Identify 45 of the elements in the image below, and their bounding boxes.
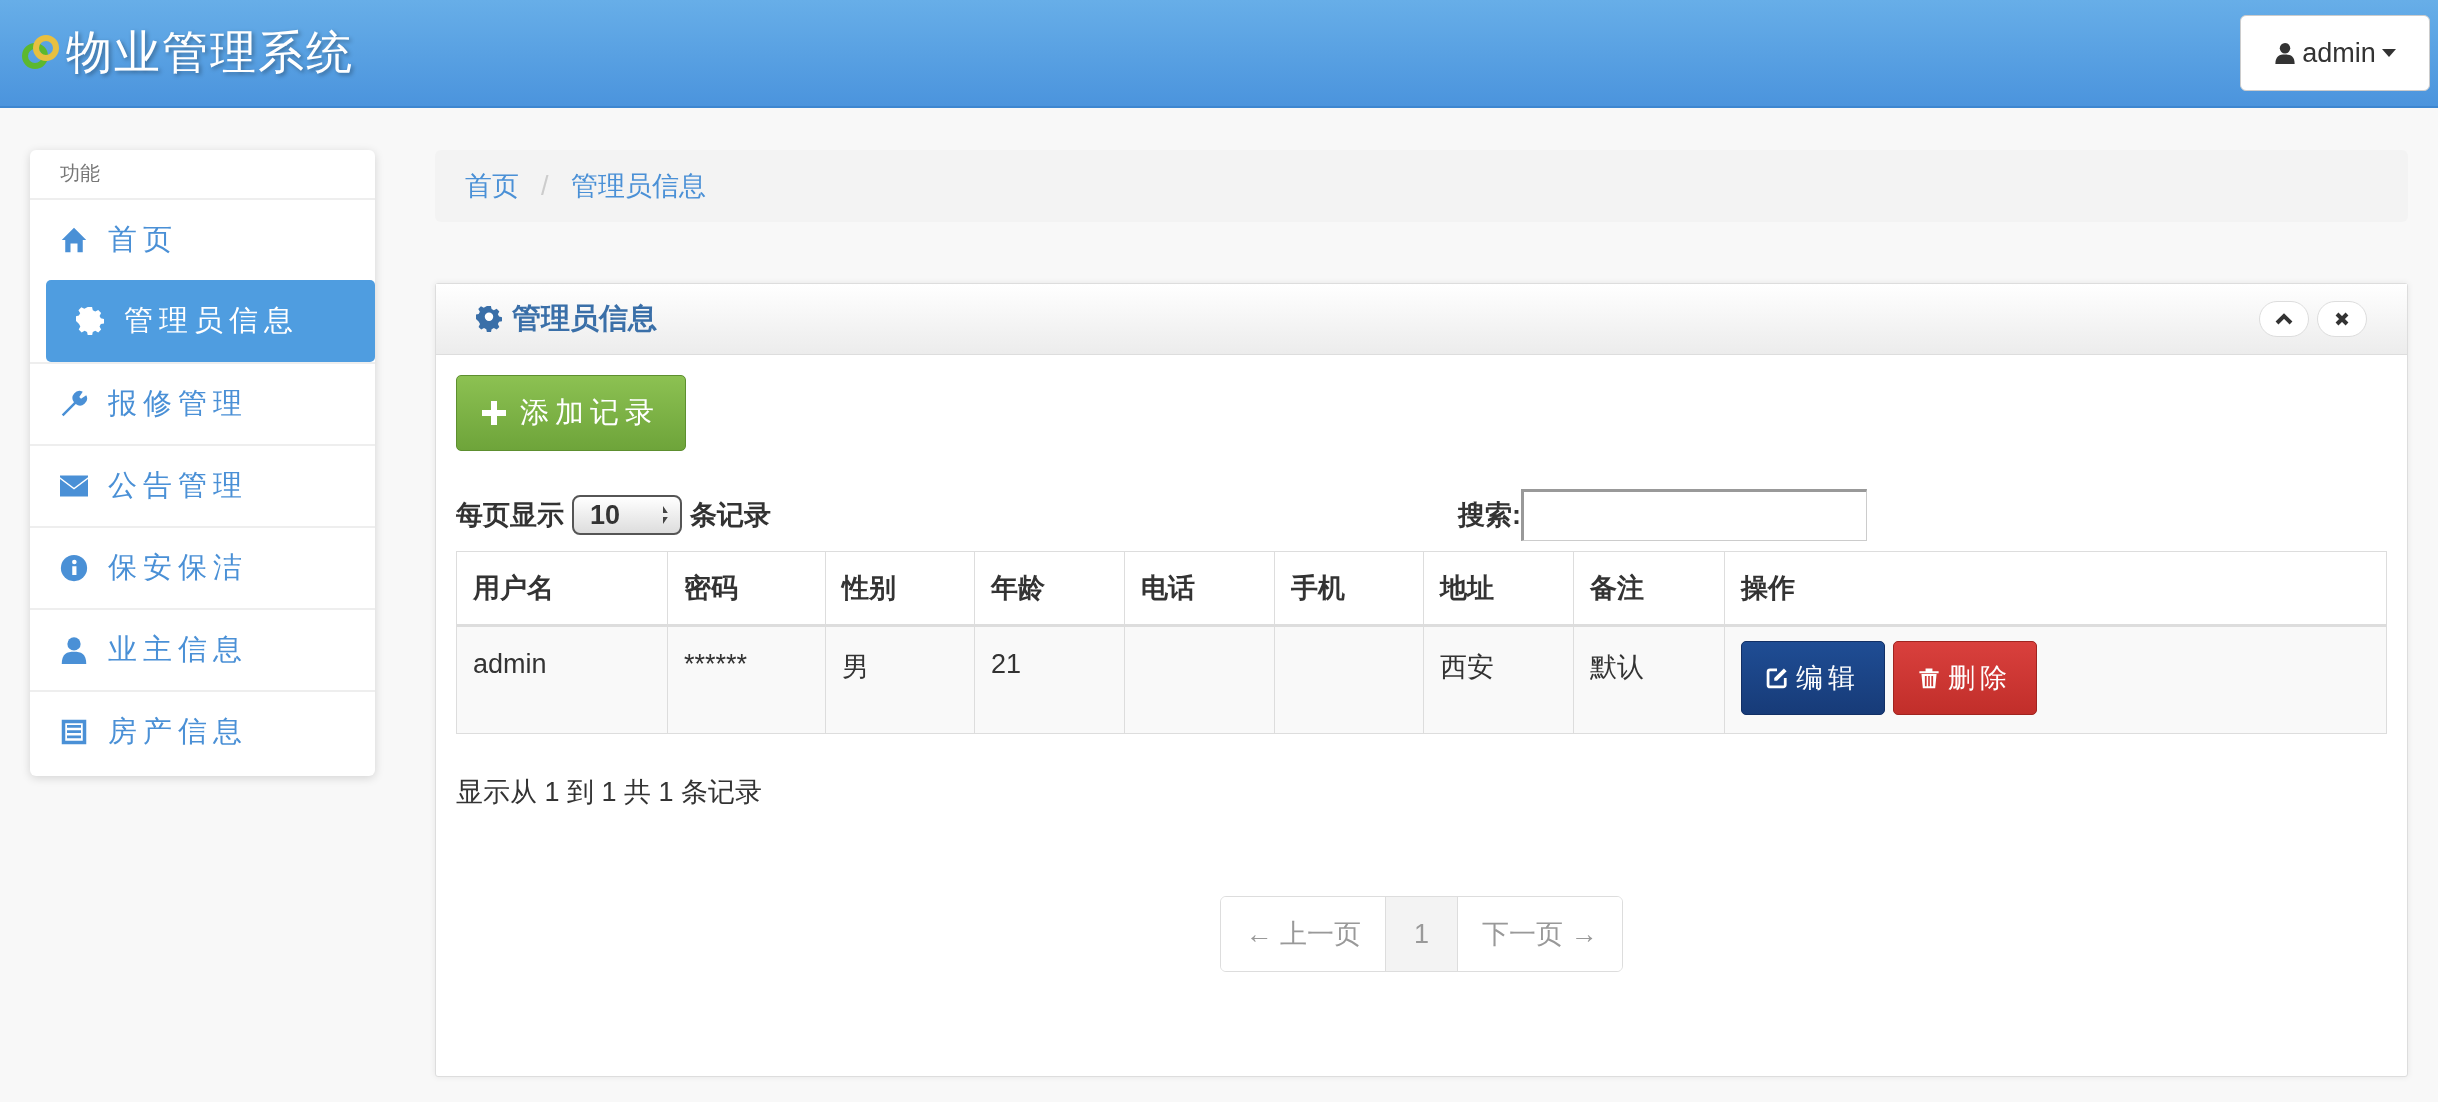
sidebar-item[interactable]: 公告管理 [30, 444, 375, 526]
caret-icon [2381, 49, 2396, 57]
list-icon [60, 718, 88, 746]
pagination-link[interactable]: 1 [1385, 897, 1457, 971]
app-title: 物业管理系统 [66, 24, 354, 81]
breadcrumb-separator: / [541, 170, 549, 202]
table-cell: 默认 [1590, 652, 1644, 682]
table-cell: admin [473, 649, 547, 679]
gear-icon [76, 307, 104, 335]
user-icon [2274, 42, 2297, 64]
sidebar-item[interactable]: 房产信息 [30, 690, 375, 772]
breadcrumb-link[interactable]: 首页 [465, 168, 519, 204]
user-menu-button[interactable]: admin [2240, 15, 2430, 91]
user-icon [60, 636, 88, 664]
wrench-icon [60, 390, 88, 418]
edit-button[interactable]: 编辑 [1741, 641, 1885, 715]
page-size-select[interactable]: 10 [572, 495, 682, 535]
sidebar-item[interactable]: 管理员信息 [46, 280, 375, 362]
sidebar-item[interactable]: 业主信息 [30, 608, 375, 690]
gear-icon [476, 306, 502, 332]
table-cell: 21 [991, 649, 1022, 679]
close-button[interactable] [2317, 301, 2367, 337]
sidebar-item[interactable]: 保安保洁 [30, 526, 375, 608]
table-cell: ****** [684, 649, 748, 679]
search-field[interactable] [1521, 489, 1867, 541]
add-record-button[interactable]: 添加记录 [456, 375, 686, 451]
table-cell: 西安 [1440, 652, 1494, 682]
sidebar-heading: 功能 [59, 161, 101, 186]
collapse-button[interactable] [2259, 301, 2309, 337]
breadcrumb-link[interactable]: 管理员信息 [570, 168, 706, 204]
table-cell: 男 [842, 652, 869, 682]
plus-icon [482, 401, 506, 425]
page-size-suffix: 条记录 [690, 499, 771, 532]
chevron-up-icon [2275, 313, 2293, 325]
delete-button[interactable]: 删除 [1893, 641, 2037, 715]
trash-icon [1918, 667, 1940, 689]
home-icon [60, 226, 88, 254]
sidebar-item[interactable]: 报修管理 [30, 362, 375, 444]
info-icon [60, 554, 88, 582]
search-label: 搜索: [1458, 499, 1521, 532]
panel-title: 管理员信息 [512, 301, 657, 336]
page-size-label: 每页显示 [456, 499, 564, 532]
edit-icon [1766, 667, 1788, 689]
close-icon [2335, 312, 2349, 326]
record-count-text: 显示从 1 到 1 共 1 条记录 [456, 776, 764, 809]
